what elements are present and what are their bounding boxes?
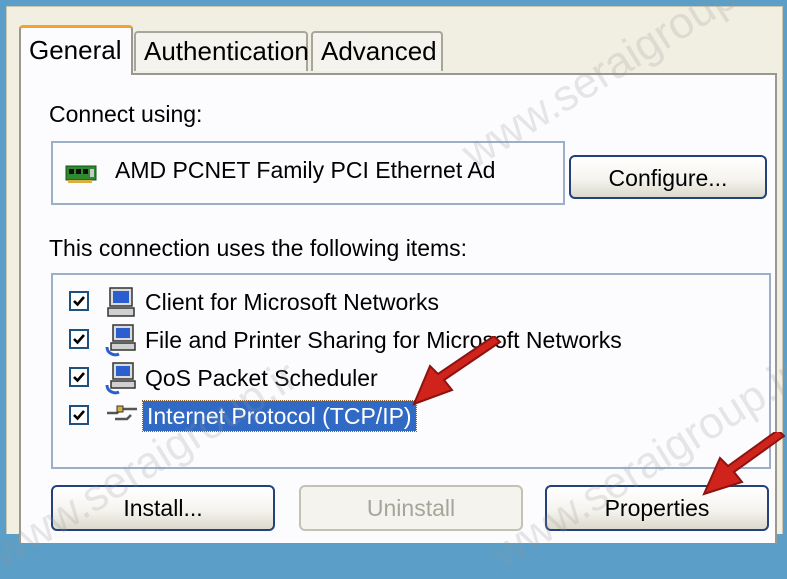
list-item-label: Internet Protocol (TCP/IP) [142, 400, 417, 432]
checkbox-client[interactable] [69, 291, 89, 311]
components-list[interactable]: Client for Microsoft Networks File and P… [51, 273, 771, 469]
qos-scheduler-icon [105, 361, 139, 400]
list-item-tcp-ip[interactable]: Internet Protocol (TCP/IP) [53, 397, 753, 435]
tab-advanced-label: Advanced [321, 36, 437, 66]
items-section-label: This connection uses the following items… [49, 235, 468, 261]
install-button[interactable]: Install... [51, 485, 275, 531]
properties-dialog: General Authentication Advanced Connect … [6, 6, 783, 543]
checkbox-qos[interactable] [69, 367, 89, 387]
list-item-client[interactable]: Client for Microsoft Networks [53, 283, 753, 321]
checkbox-file-printer-sharing[interactable] [69, 329, 89, 349]
tab-authentication-label: Authentication [144, 36, 309, 66]
list-item-label: File and Printer Sharing for Microsoft N… [145, 327, 622, 353]
checkbox-tcp-ip[interactable] [69, 405, 89, 425]
tab-general[interactable]: General [19, 25, 133, 75]
list-item-label: Client for Microsoft Networks [145, 289, 439, 315]
properties-button[interactable]: Properties [545, 485, 769, 531]
client-computer-icon [105, 285, 139, 324]
network-card-icon [65, 163, 99, 190]
list-item-label: QoS Packet Scheduler [145, 365, 378, 391]
configure-button[interactable]: Configure... [569, 155, 767, 199]
tab-authentication[interactable]: Authentication [134, 31, 309, 71]
adapter-field: AMD PCNET Family PCI Ethernet Ad [51, 141, 565, 205]
list-item-file-printer-sharing[interactable]: File and Printer Sharing for Microsoft N… [53, 321, 753, 359]
adapter-name: AMD PCNET Family PCI Ethernet Ad [115, 157, 496, 183]
file-printer-sharing-icon [105, 323, 139, 362]
list-item-qos[interactable]: QoS Packet Scheduler [53, 359, 753, 397]
network-protocol-icon [105, 399, 139, 438]
tab-general-label: General [29, 35, 122, 65]
tab-advanced[interactable]: Advanced [311, 31, 443, 71]
tab-strip: General Authentication Advanced [19, 21, 779, 75]
connect-using-label: Connect using: [49, 101, 203, 127]
uninstall-button: Uninstall [299, 485, 523, 531]
general-tab-panel: Connect using: AMD PCNET Family PCI Ethe… [19, 73, 777, 543]
